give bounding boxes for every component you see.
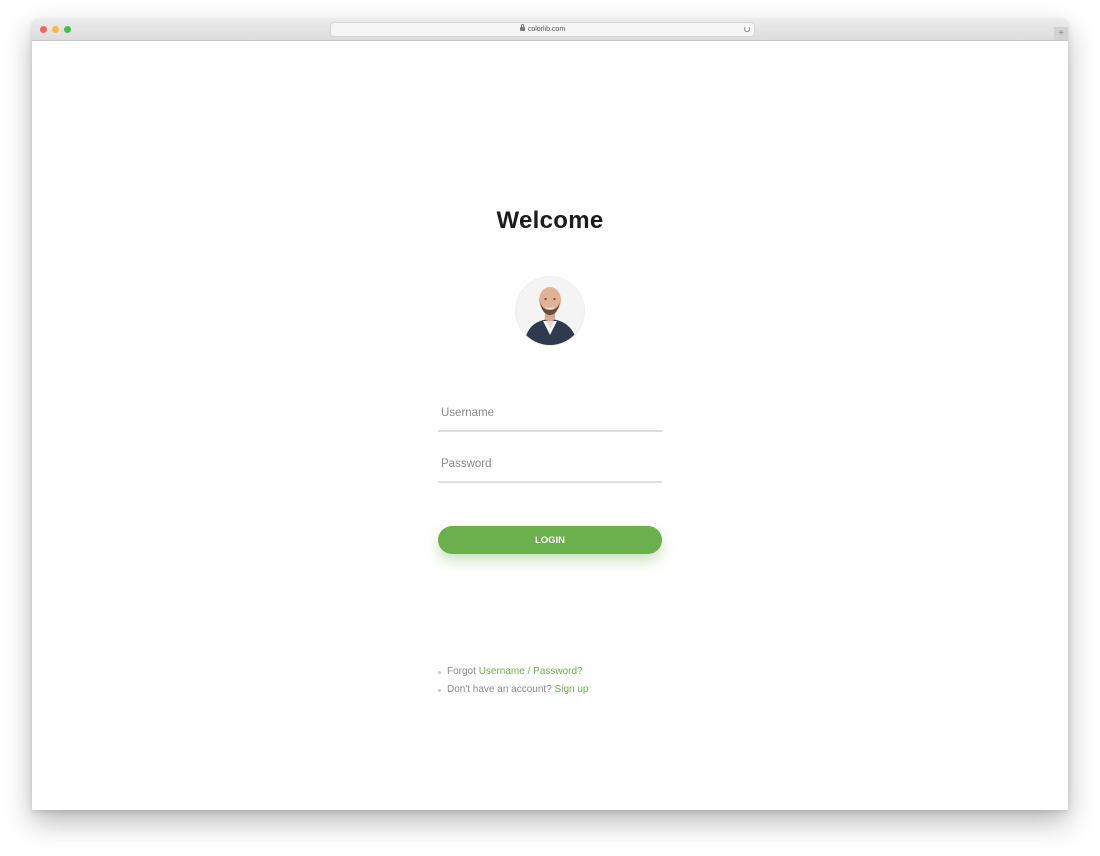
avatar <box>516 277 584 345</box>
password-input[interactable] <box>438 447 662 481</box>
close-window-icon[interactable] <box>40 26 47 33</box>
login-button[interactable]: LOGIN <box>438 526 662 554</box>
zoom-window-icon[interactable] <box>64 26 71 33</box>
minimize-window-icon[interactable] <box>52 26 59 33</box>
password-field[interactable] <box>438 447 662 483</box>
browser-window: colorlib.com + Welcome Username LOGIN Fo… <box>32 19 1068 810</box>
address-bar[interactable]: colorlib.com <box>331 23 754 36</box>
signup-item: Don't have an account? Sign up <box>438 681 588 699</box>
signup-prefix: Don't have an account? <box>447 684 552 695</box>
lock-icon <box>519 24 525 31</box>
avatar-photo-icon <box>516 277 584 345</box>
forgot-item: Forgot Username / Password? <box>438 663 588 681</box>
forgot-link[interactable]: Username / Password? <box>479 666 583 677</box>
username-field[interactable] <box>438 396 662 432</box>
reload-icon[interactable] <box>744 26 750 32</box>
forgot-prefix: Forgot <box>447 666 476 677</box>
new-tab-button[interactable]: + <box>1054 27 1068 40</box>
page-title: Welcome <box>496 207 604 234</box>
browser-titlebar: colorlib.com + <box>32 19 1068 41</box>
username-input[interactable] <box>438 396 662 430</box>
signup-link[interactable]: Sign up <box>555 684 589 695</box>
address-url: colorlib.com <box>527 26 566 33</box>
help-links: Forgot Username / Password? Don't have a… <box>438 663 588 699</box>
page-content: Welcome LOGIN Forgot <box>32 41 1068 810</box>
